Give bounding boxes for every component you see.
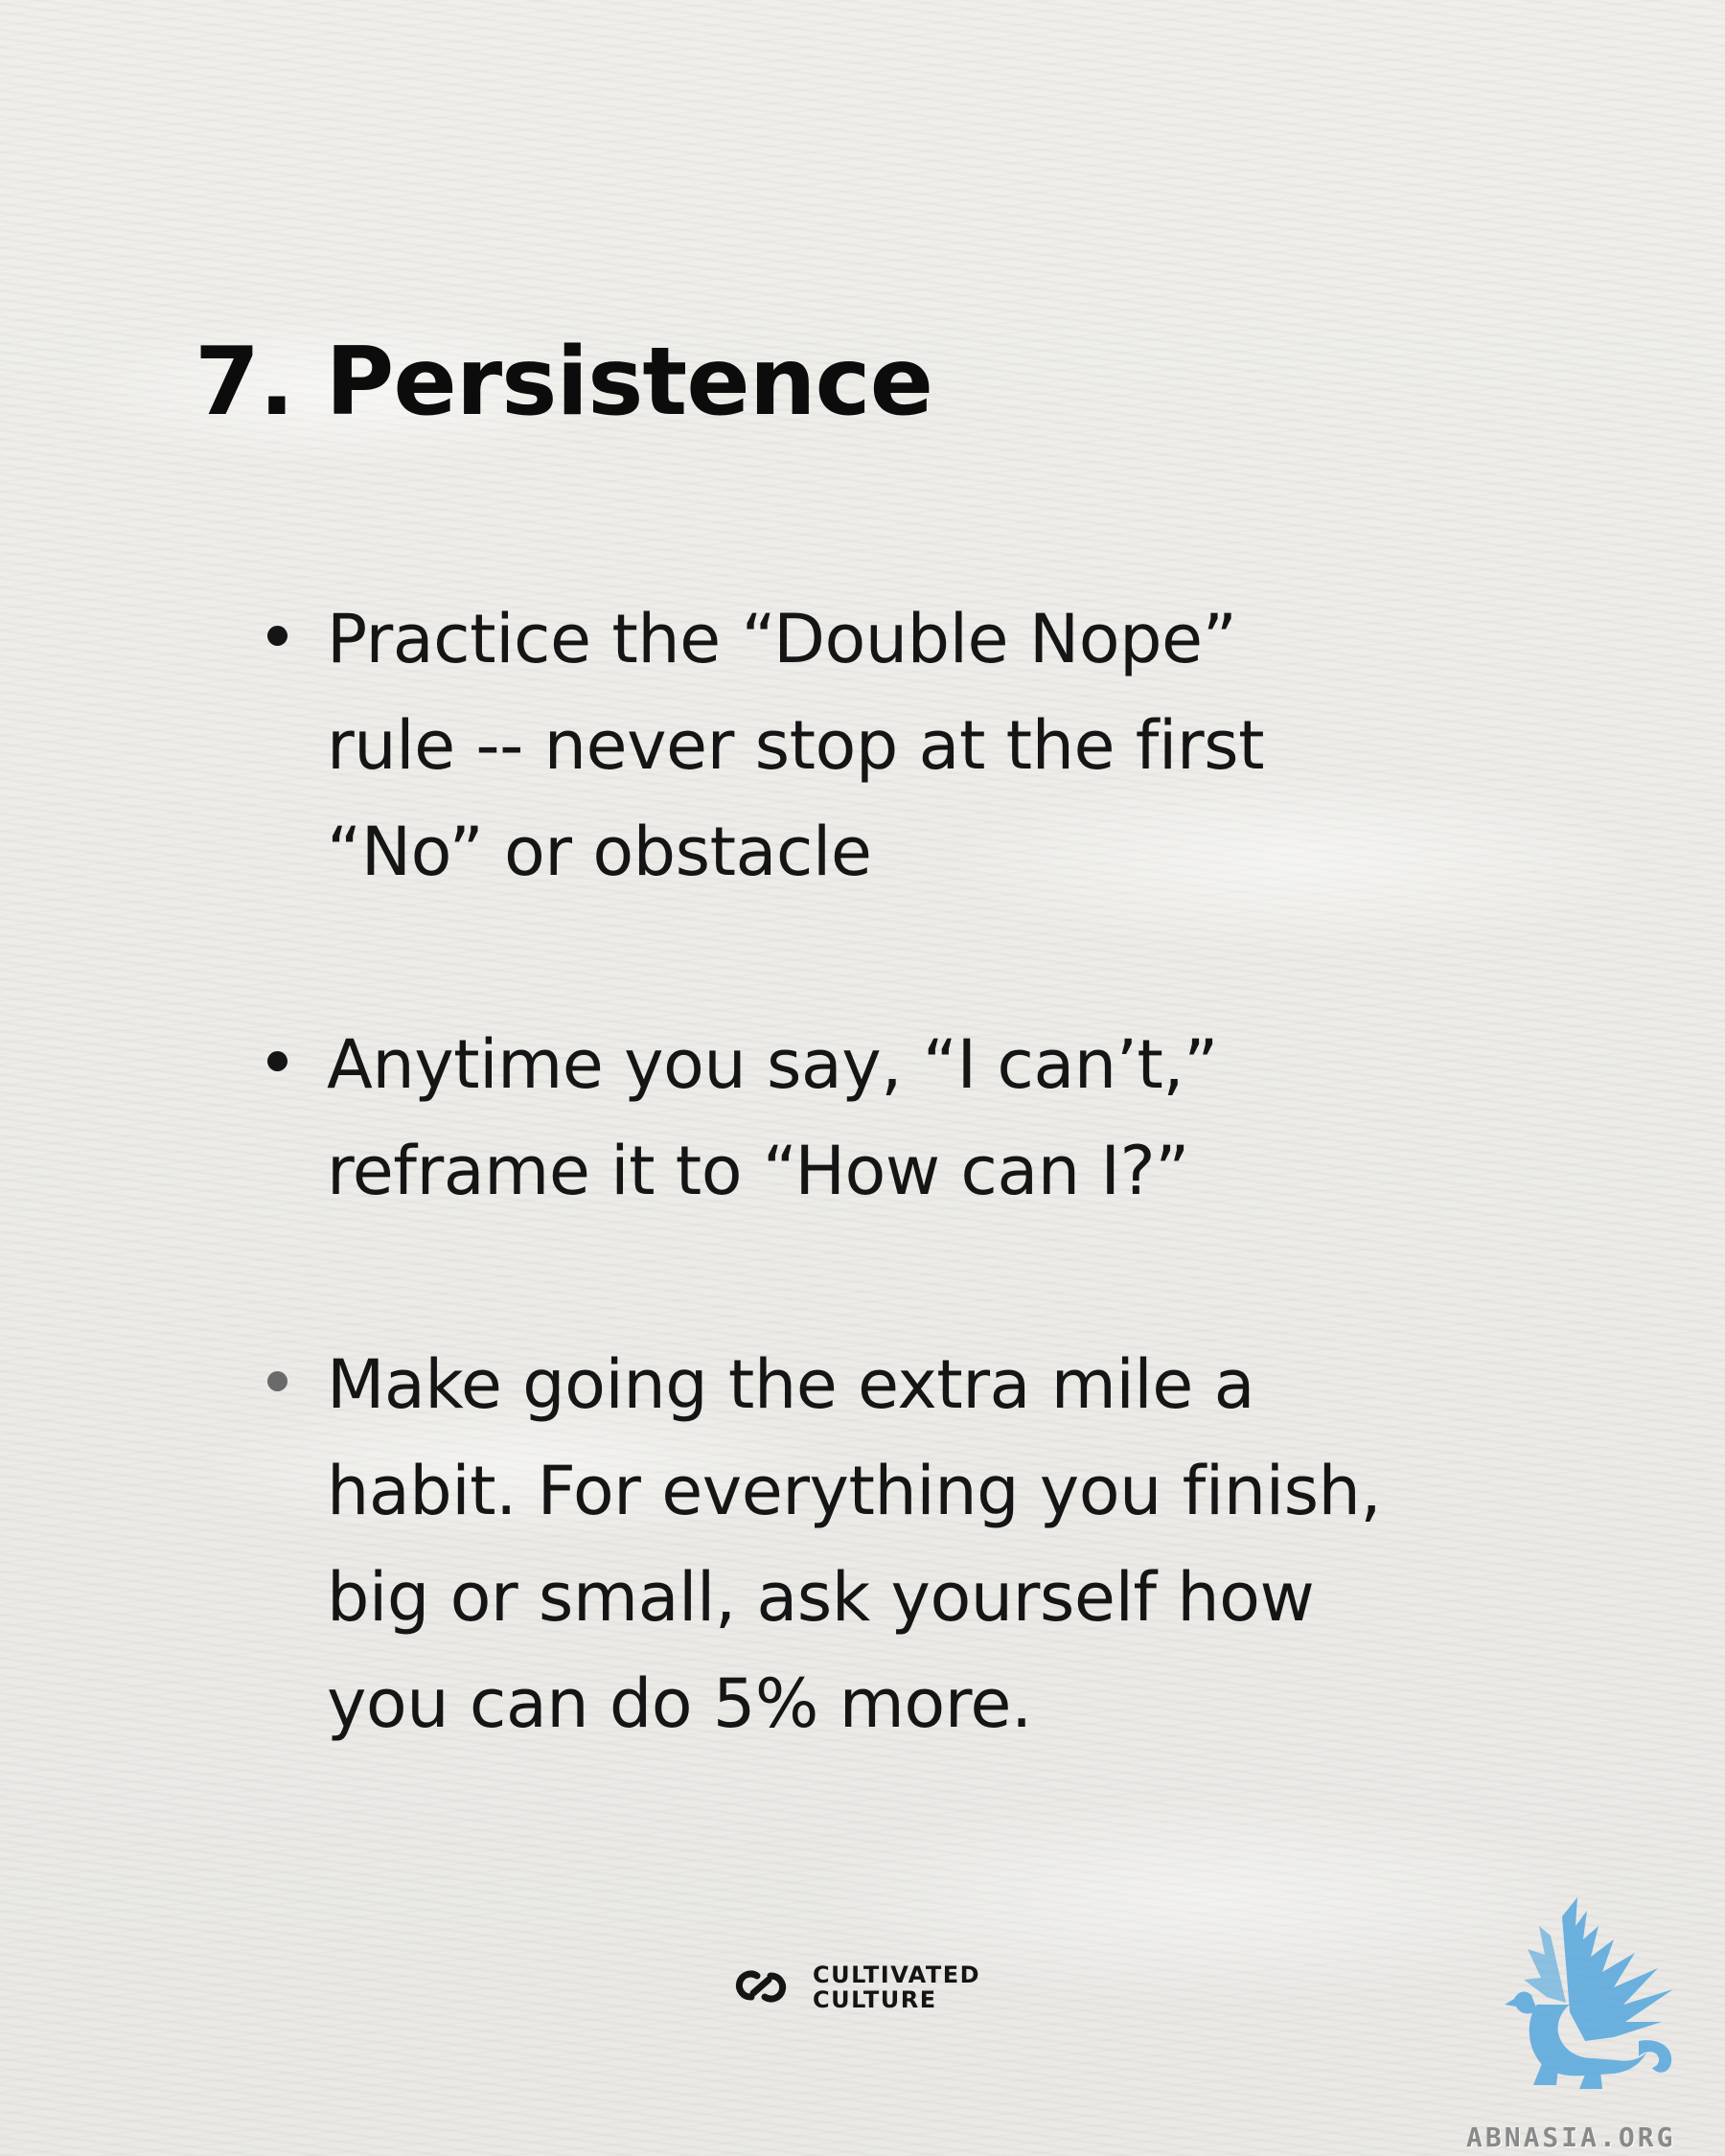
watermark-text: ABNASIA.ORG — [1466, 2122, 1676, 2153]
bullet-dot-icon — [267, 1371, 288, 1391]
bullet-dot-icon — [267, 626, 288, 646]
griffin-icon — [1505, 1897, 1673, 2089]
bullet-text: Practice the “Double Nope” rule -- never… — [327, 600, 1265, 891]
bullet-list: Practice the “Double Nope” rule -- never… — [0, 0, 1725, 2156]
cultivated-culture-logo-icon — [735, 1970, 787, 2003]
brand-name-line1: CULTIVATED — [813, 1961, 981, 1988]
watermark: ABNASIA.ORG — [1466, 1897, 1725, 2156]
bullet-text: Anytime you say, “I can’t,” reframe it t… — [327, 1025, 1218, 1210]
brand-logo: CULTIVATED CULTURE — [730, 1961, 1008, 2012]
brand-name-line2: CULTURE — [813, 1986, 937, 2013]
bullet-dot-icon — [267, 1051, 288, 1071]
bullet-text: Make going the extra mile a habit. For e… — [327, 1345, 1382, 1743]
brand-name: CULTIVATED CULTURE — [813, 1962, 980, 2012]
